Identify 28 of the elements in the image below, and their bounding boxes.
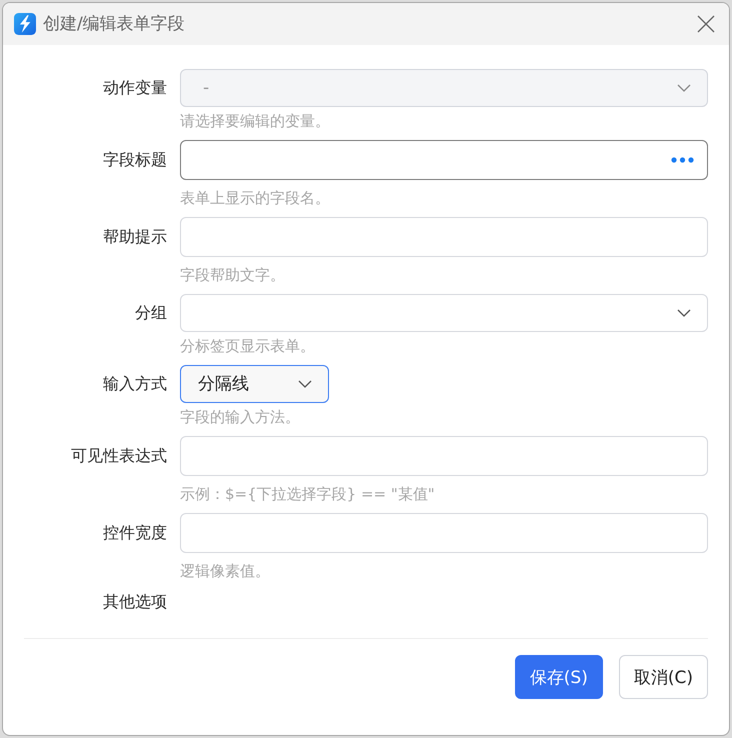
ellipsis-icon[interactable] xyxy=(671,157,694,163)
hint-text: 表单上显示的字段名。 xyxy=(180,188,331,208)
field-label: 字段标题 xyxy=(102,149,167,171)
hint-text: 请选择要编辑的变量。 xyxy=(180,111,331,131)
field-label: 帮助提示 xyxy=(102,226,167,248)
hint-text: 逻辑像素值。 xyxy=(180,561,271,581)
text-field[interactable] xyxy=(180,140,708,180)
field-label: 动作变量 xyxy=(102,77,167,99)
window-title: 创建/编辑表单字段 xyxy=(43,13,185,36)
chevron-down-icon xyxy=(298,380,312,388)
lightning-icon xyxy=(14,13,36,35)
dropdown-field[interactable]: 分隔线 xyxy=(180,365,329,403)
hint-text: 字段的输入方法。 xyxy=(180,407,301,427)
close-button[interactable] xyxy=(697,15,715,33)
close-icon xyxy=(697,15,715,33)
dropdown-field[interactable] xyxy=(180,294,708,332)
field-label: 可见性表达式 xyxy=(70,445,167,467)
chevron-down-icon xyxy=(677,309,691,317)
cancel-button[interactable]: 取消(C) xyxy=(618,655,708,699)
section-label: 其他选项 xyxy=(102,591,167,613)
chevron-down-icon xyxy=(677,84,691,92)
field-label: 输入方式 xyxy=(102,373,167,395)
hint-text: 示例：$={下拉选择字段} == "某值" xyxy=(180,484,436,504)
hint-text: 字段帮助文字。 xyxy=(180,265,286,285)
field-label: 控件宽度 xyxy=(102,522,167,544)
field-label: 分组 xyxy=(134,302,167,324)
hint-text: 分标签页显示表单。 xyxy=(180,336,316,356)
save-button[interactable]: 保存(S) xyxy=(514,655,603,699)
